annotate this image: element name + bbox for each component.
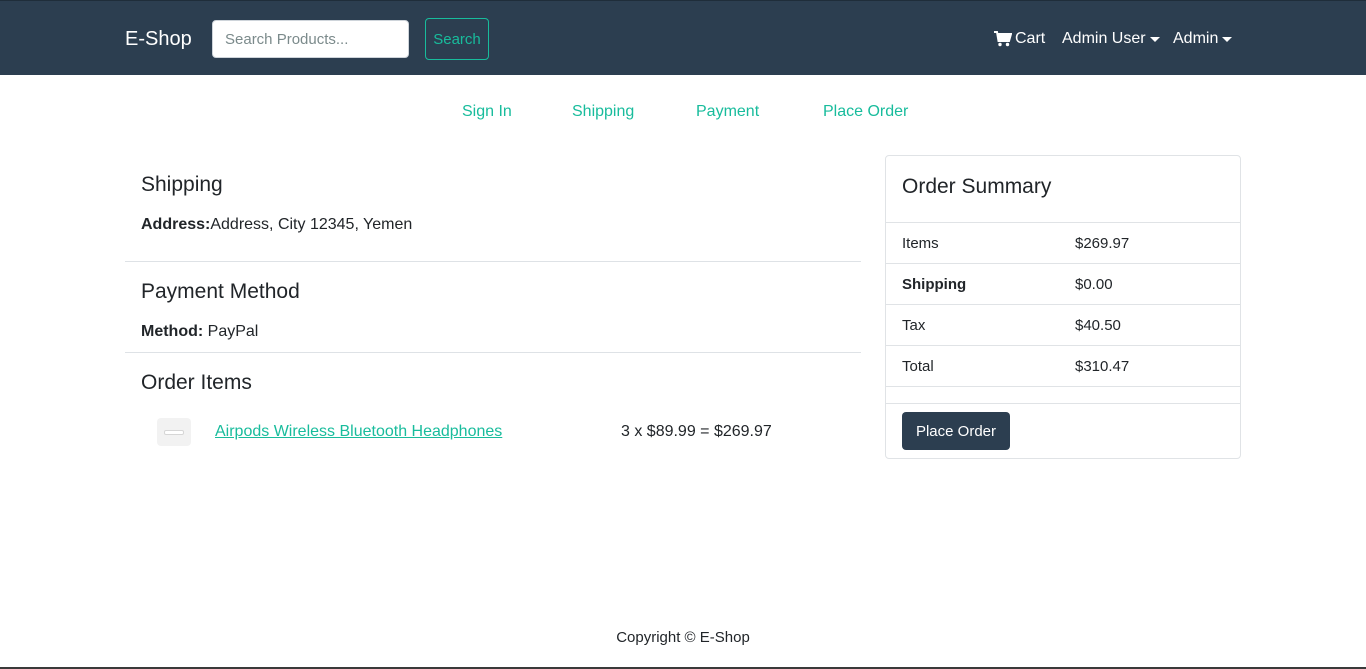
payment-heading: Payment Method xyxy=(141,280,300,303)
summary-shipping-value: $0.00 xyxy=(1075,276,1113,293)
user-menu-dropdown[interactable]: Admin User xyxy=(1062,29,1160,49)
top-navbar: E-Shop Search Cart Admin User Admin xyxy=(0,0,1366,75)
order-summary-heading: Order Summary xyxy=(902,175,1052,198)
summary-total-value: $310.47 xyxy=(1075,358,1130,375)
airpods-image xyxy=(164,430,184,435)
summary-shipping-label: Shipping xyxy=(902,276,967,293)
summary-tax-label: Tax xyxy=(902,317,926,334)
summary-items-label: Items xyxy=(902,235,939,252)
admin-menu-label: Admin xyxy=(1173,30,1219,47)
divider xyxy=(886,304,1240,305)
summary-items-value: $269.97 xyxy=(1075,235,1130,252)
shipping-heading: Shipping xyxy=(141,173,223,196)
chevron-down-icon xyxy=(1222,36,1233,42)
summary-total-label: Total xyxy=(902,358,934,375)
method-value: PayPal xyxy=(207,323,259,340)
cart-link[interactable]: Cart xyxy=(994,29,1045,49)
summary-tax-value: $40.50 xyxy=(1075,317,1121,334)
divider xyxy=(125,352,861,353)
order-items-heading: Order Items xyxy=(141,371,252,394)
divider xyxy=(886,263,1240,264)
product-link[interactable]: Airpods Wireless Bluetooth Headphones xyxy=(215,422,502,442)
step-place-order[interactable]: Place Order xyxy=(823,102,908,122)
product-thumbnail[interactable] xyxy=(157,418,191,446)
divider xyxy=(886,403,1240,404)
divider xyxy=(886,222,1240,223)
divider xyxy=(886,345,1240,346)
divider xyxy=(125,261,861,262)
search-input[interactable] xyxy=(212,20,409,58)
cart-label: Cart xyxy=(1015,30,1046,47)
search-button[interactable]: Search xyxy=(425,18,489,60)
user-menu-label: Admin User xyxy=(1062,30,1146,47)
order-summary-card: Order Summary Items $269.97 Shipping $0.… xyxy=(885,155,1241,459)
address-value: Address, City 12345, Yemen xyxy=(210,216,413,233)
cart-icon xyxy=(994,31,1012,47)
payment-method: Method: PayPal xyxy=(141,322,258,342)
step-shipping[interactable]: Shipping xyxy=(572,102,634,122)
place-order-button[interactable]: Place Order xyxy=(902,412,1010,450)
step-sign-in[interactable]: Sign In xyxy=(462,102,512,122)
address-label: Address: xyxy=(141,216,211,233)
admin-menu-dropdown[interactable]: Admin xyxy=(1173,29,1233,49)
step-payment[interactable]: Payment xyxy=(696,102,759,122)
shipping-address: Address:Address, City 12345, Yemen xyxy=(141,215,412,235)
item-price-line: 3 x $89.99 = $269.97 xyxy=(621,423,772,440)
method-label: Method: xyxy=(141,323,204,340)
chevron-down-icon xyxy=(1149,36,1160,42)
footer-copyright: Copyright © E-Shop xyxy=(616,629,750,646)
divider xyxy=(886,386,1240,387)
brand-logo[interactable]: E-Shop xyxy=(125,27,192,51)
